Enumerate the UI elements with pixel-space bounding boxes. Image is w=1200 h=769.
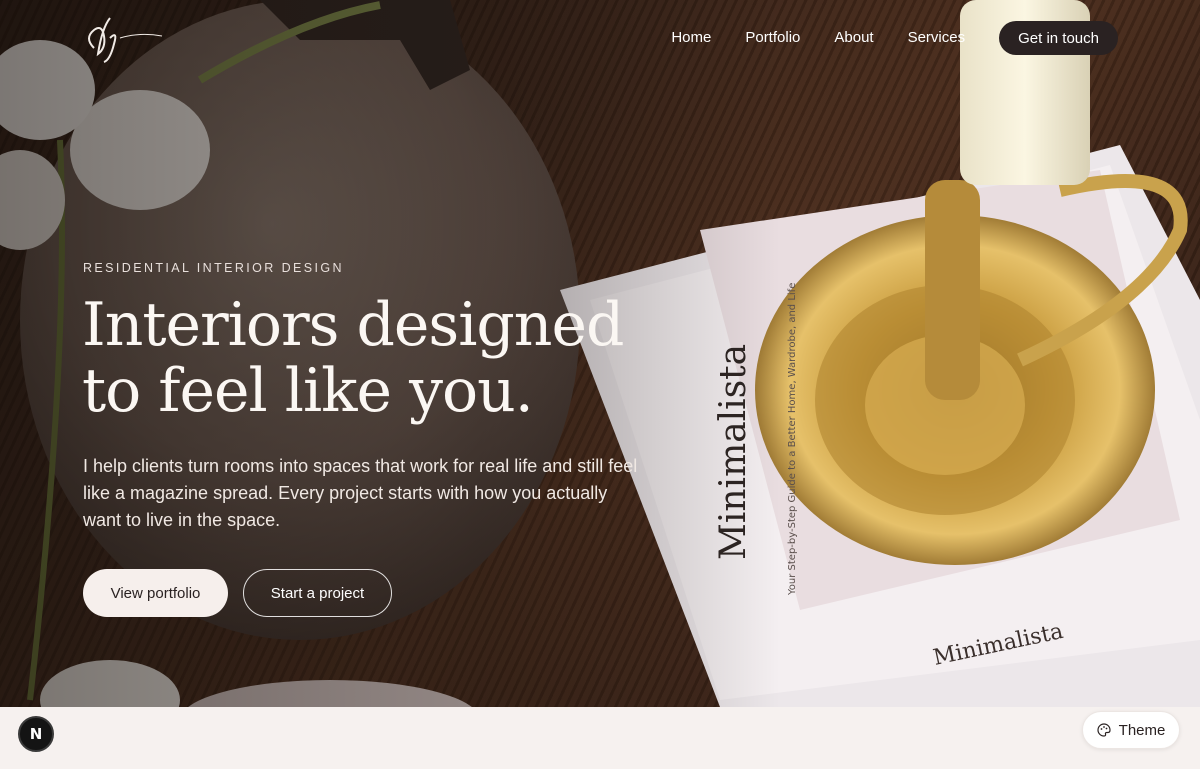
book-cover-title: Minimalista [931, 619, 1065, 671]
monogram-logo[interactable] [80, 8, 170, 66]
start-project-button[interactable]: Start a project [243, 569, 392, 617]
book-spine-title: Minimalista [713, 344, 754, 560]
n-badge-button[interactable]: N [18, 716, 54, 752]
nav-home[interactable]: Home [671, 21, 711, 55]
hero-section: Minimalista Your Step-by-Step Guide to a… [0, 0, 1200, 707]
nav-services[interactable]: Services [908, 21, 966, 55]
view-portfolio-button[interactable]: View portfolio [83, 569, 228, 617]
hero-eyebrow: RESIDENTIAL INTERIOR DESIGN [83, 261, 344, 275]
hero-headline: Interiors designed to feel like you. [82, 292, 642, 424]
hero-description: I help clients turn rooms into spaces th… [83, 456, 638, 530]
headline-line-1: Interiors designed [82, 290, 624, 360]
theme-label: Theme [1118, 721, 1166, 739]
nav-portfolio[interactable]: Portfolio [745, 21, 800, 55]
theme-button[interactable]: Theme [1082, 711, 1180, 749]
book-subtitle: Your Step-by-Step Guide to a Better Home… [787, 283, 798, 596]
headline-line-2: to feel like you. [82, 356, 534, 426]
nav-about[interactable]: About [834, 21, 873, 55]
top-navigation: Home Portfolio About Services Get in tou… [671, 21, 1118, 55]
palette-icon [1097, 723, 1111, 737]
page-bottom-strip [0, 707, 1200, 769]
get-in-touch-button[interactable]: Get in touch [999, 21, 1118, 55]
